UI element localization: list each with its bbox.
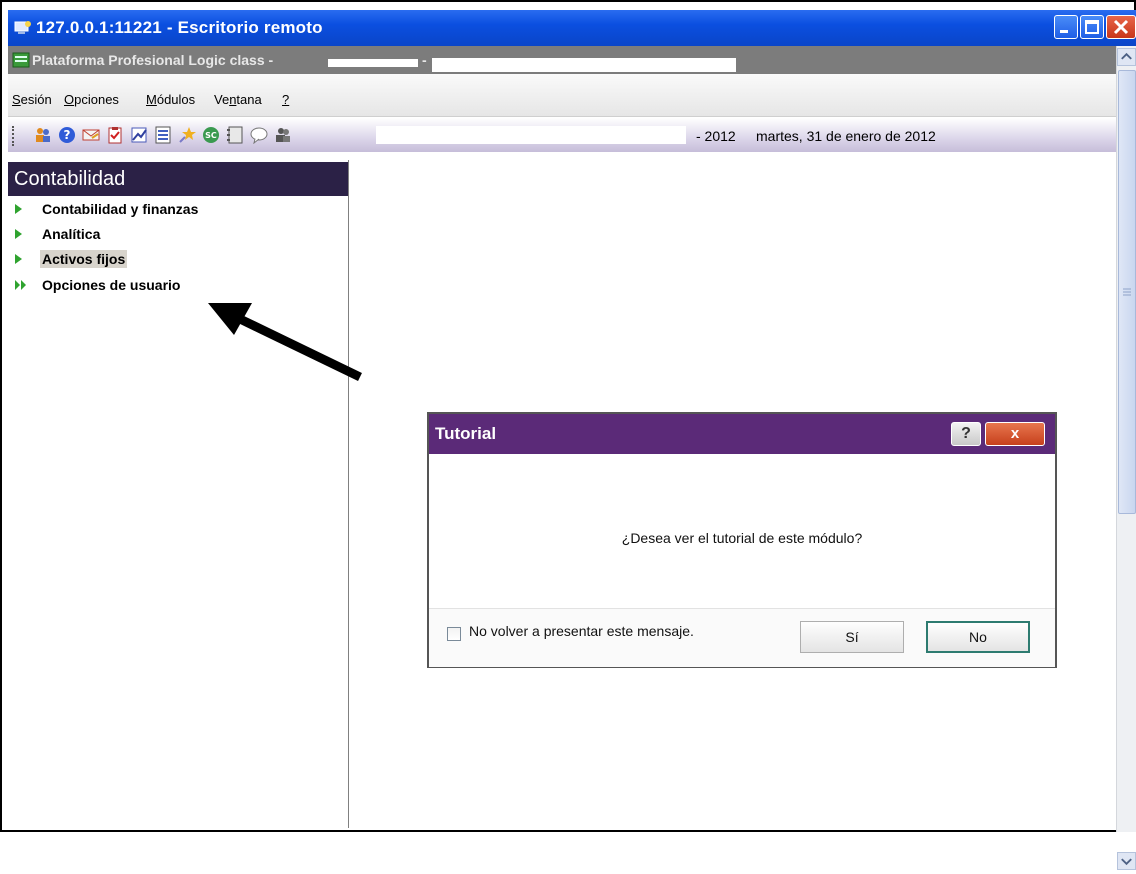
chevron-down-icon (1121, 858, 1132, 866)
dialog-titlebar: Tutorial ? x (429, 414, 1055, 454)
sidebar: Contabilidad Contabilidad y finanzas Ana… (8, 160, 349, 828)
sc-icon[interactable]: SC (202, 126, 220, 144)
menu-opciones[interactable]: Opciones (64, 92, 119, 107)
minimize-button[interactable] (1054, 15, 1078, 39)
menu-modulos[interactable]: Módulos (146, 92, 195, 107)
star-icon[interactable] (178, 126, 196, 144)
chart-icon[interactable] (130, 126, 148, 144)
dialog-footer: No volver a presentar este mensaje. Sí N… (429, 608, 1055, 667)
redacted-field (432, 58, 736, 72)
scroll-thumb[interactable] (1118, 70, 1136, 514)
arrow-right-icon (15, 254, 22, 264)
remote-desktop-titlebar: 127.0.0.1:11221 - Escritorio remoto (8, 10, 1136, 46)
no-button[interactable]: No (926, 621, 1030, 653)
maximize-button[interactable] (1080, 15, 1104, 39)
sidebar-item-label: Opciones de usuario (42, 277, 181, 293)
arrow-right-icon (15, 229, 22, 239)
vertical-scrollbar[interactable] (1116, 46, 1136, 870)
sidebar-item-label: Contabilidad y finanzas (42, 201, 199, 217)
chat-icon[interactable] (250, 126, 268, 144)
menu-bar: Sesión Opciones Módulos Ventana ? (8, 74, 1116, 117)
redacted-field (328, 59, 418, 67)
remote-desktop-icon (14, 21, 31, 34)
menu-help[interactable]: ? (282, 92, 289, 107)
dont-show-again-label[interactable]: No volver a presentar este mensaje. (469, 623, 694, 639)
pointer-arrow-icon (208, 303, 362, 382)
sidebar-title: Contabilidad (14, 168, 126, 190)
clipboard-icon[interactable] (106, 126, 124, 144)
application-titlebar: Plataforma Profesional Logic class - - (8, 46, 1116, 74)
toolbar-grip[interactable] (12, 126, 17, 146)
dialog-close-button[interactable]: x (985, 422, 1045, 446)
date-label: martes, 31 de enero de 2012 (756, 128, 936, 144)
tutorial-dialog: Tutorial ? x ¿Desea ver el tutorial de e… (427, 412, 1057, 668)
list-icon[interactable] (154, 126, 172, 144)
people-icon[interactable] (34, 126, 52, 144)
dialog-help-button[interactable]: ? (951, 422, 981, 446)
svg-text:?: ? (64, 128, 71, 142)
scroll-up-button[interactable] (1117, 48, 1136, 66)
dont-show-again-checkbox[interactable] (447, 627, 461, 641)
sidebar-item-label: Activos fijos (40, 250, 128, 268)
yes-button[interactable]: Sí (800, 621, 904, 653)
chevron-up-icon (1121, 52, 1132, 60)
close-icon (1113, 19, 1129, 35)
toolbar: ? SC - 2012 martes, 31 de enero de 2012 (8, 118, 1116, 152)
arrow-right-icon (15, 204, 22, 214)
sidebar-header: Contabilidad (8, 162, 348, 196)
users-icon[interactable] (274, 126, 292, 144)
scroll-down-button[interactable] (1117, 852, 1136, 870)
title-separator: - (422, 52, 427, 68)
application-title: Plataforma Profesional Logic class - (32, 52, 274, 68)
maximize-icon (1085, 20, 1099, 34)
sidebar-item-label: Analítica (42, 226, 101, 242)
redacted-field (376, 126, 686, 144)
mail-icon[interactable] (82, 126, 100, 144)
dialog-title: Tutorial (435, 424, 497, 443)
menu-sesion[interactable]: Sesión (12, 92, 52, 107)
svg-text:SC: SC (205, 131, 217, 140)
minimize-icon (1060, 30, 1068, 33)
remote-desktop-title: 127.0.0.1:11221 - Escritorio remoto (36, 18, 323, 37)
dialog-message: ¿Desea ver el tutorial de este módulo? (621, 530, 863, 546)
notebook-icon[interactable] (226, 126, 244, 144)
grip-icon (1123, 288, 1131, 296)
year-label: - 2012 (696, 128, 736, 144)
close-button[interactable] (1106, 15, 1136, 39)
application-icon (12, 52, 30, 68)
menu-ventana[interactable]: Ventana (214, 92, 262, 107)
help-icon[interactable]: ? (58, 126, 76, 144)
double-arrow-right-icon (15, 280, 26, 290)
